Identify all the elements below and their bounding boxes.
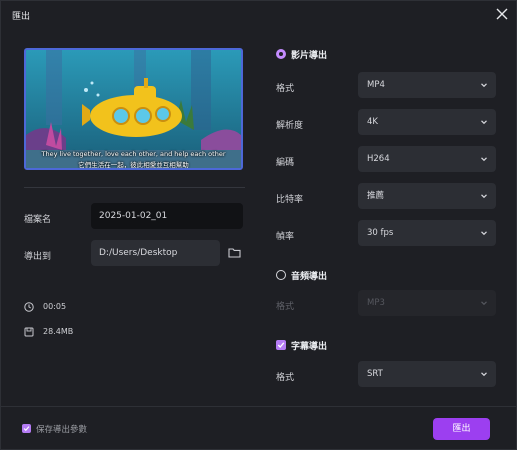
chevron-down-icon — [481, 231, 487, 236]
audio-format-select[interactable]: MP3 — [358, 290, 496, 316]
subtitle-export-checkbox[interactable] — [276, 340, 286, 350]
audio-format-label: 格式 — [276, 302, 295, 312]
video-format-select[interactable]: MP4 — [358, 72, 496, 98]
video-preview: They live together, love each other, and… — [24, 48, 243, 170]
audio-format-value: MP3 — [367, 298, 385, 308]
chevron-down-icon — [481, 372, 487, 377]
video-format-value: MP4 — [367, 80, 385, 90]
dialog-title: 匯出 — [12, 12, 31, 22]
export-dialog: 匯出 They live together, love each other, … — [0, 0, 517, 450]
close-icon[interactable] — [494, 6, 510, 22]
export-to-label: 導出到 — [24, 252, 52, 262]
title-bar: 匯出 — [1, 1, 516, 29]
subtitle-export-label: 字幕導出 — [291, 342, 328, 352]
bitrate-label: 比特率 — [276, 195, 304, 205]
codec-label: 編碼 — [276, 158, 295, 168]
clock-icon — [24, 302, 34, 312]
footer-divider — [1, 406, 516, 407]
bitrate-value: 推薦 — [367, 191, 385, 201]
duration-text: 00:05 — [43, 302, 67, 311]
resolution-value: 4K — [367, 117, 378, 127]
resolution-select[interactable]: 4K — [358, 109, 496, 135]
subtitle-format-value: SRT — [367, 369, 383, 379]
file-size-text: 28.4MB — [43, 327, 74, 336]
export-button[interactable]: 匯出 — [433, 418, 490, 440]
video-export-radio[interactable] — [276, 49, 286, 59]
chevron-down-icon — [481, 194, 487, 199]
subtitle-format-label: 格式 — [276, 373, 295, 383]
audio-export-label: 音頻導出 — [291, 272, 328, 282]
framerate-label: 幀率 — [276, 232, 295, 242]
save-params-checkbox[interactable] — [22, 424, 31, 433]
chevron-down-icon — [481, 301, 487, 306]
path-input[interactable]: D:/Users/Desktop — [91, 240, 220, 266]
audio-export-radio[interactable] — [276, 270, 286, 280]
framerate-select[interactable]: 30 fps — [358, 220, 496, 246]
chevron-down-icon — [481, 120, 487, 125]
chevron-down-icon — [481, 83, 487, 88]
bitrate-select[interactable]: 推薦 — [358, 183, 496, 209]
folder-icon[interactable] — [228, 247, 241, 258]
save-params-label: 保存導出參數 — [36, 425, 88, 435]
codec-value: H264 — [367, 154, 390, 164]
video-format-label: 格式 — [276, 84, 295, 94]
video-export-label: 影片導出 — [291, 51, 328, 61]
resolution-label: 解析度 — [276, 121, 304, 131]
subtitle-format-select[interactable]: SRT — [358, 361, 496, 387]
framerate-value: 30 fps — [367, 228, 394, 238]
file-size-icon — [24, 327, 34, 337]
chevron-down-icon — [481, 157, 487, 162]
preview-subtitle-english: They live together, love each other, and… — [41, 150, 226, 158]
filename-label: 檔案名 — [24, 215, 52, 225]
divider — [24, 187, 245, 188]
filename-input[interactable]: 2025-01-02_01 — [91, 203, 243, 229]
codec-select[interactable]: H264 — [358, 146, 496, 172]
preview-subtitle-chinese: 它們生活在一起，彼此相愛並互相幫助 — [78, 161, 189, 169]
